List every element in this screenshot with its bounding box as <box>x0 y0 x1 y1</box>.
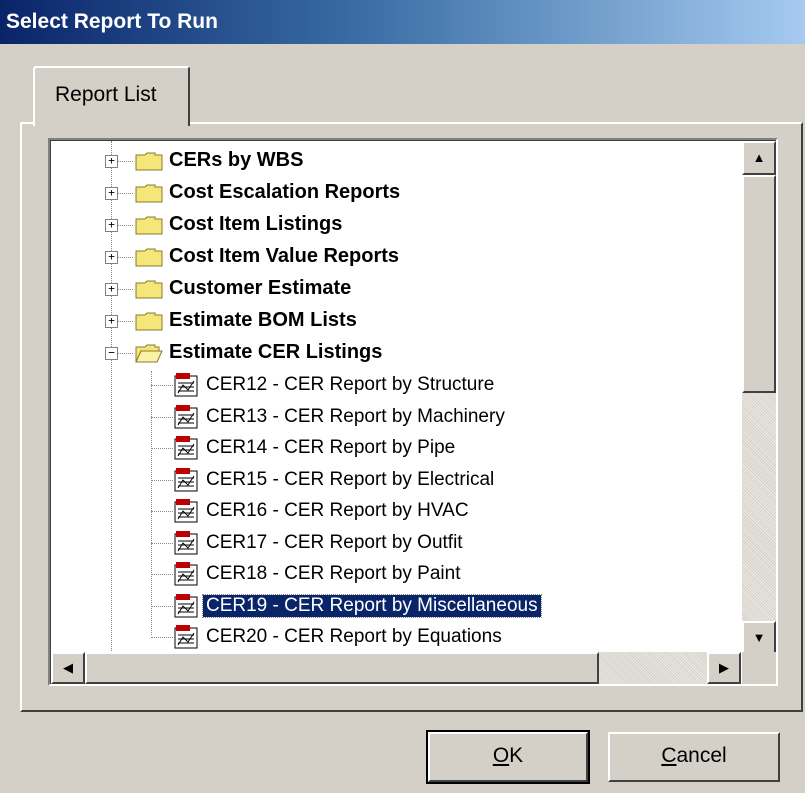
expand-icon[interactable]: + <box>105 251 118 264</box>
tree-folder-estimate-bom-lists[interactable]: + Estimate BOM Lists <box>51 305 741 337</box>
tree-report-item[interactable]: CER14 - CER Report by Pipe <box>51 432 741 464</box>
vertical-scroll-thumb[interactable] <box>742 175 776 393</box>
expand-icon[interactable]: + <box>105 283 118 296</box>
report-icon <box>174 404 198 428</box>
folder-icon <box>135 152 163 171</box>
cancel-button[interactable]: Cancel <box>608 732 780 782</box>
cancel-mnemonic: C <box>661 744 677 767</box>
tree-folder-cost-item-listings[interactable]: + Cost Item Listings <box>51 209 741 241</box>
scroll-right-button[interactable]: ▶ <box>707 652 741 684</box>
folder-label: Estimate BOM Lists <box>169 309 357 331</box>
tree-content: + CERs by WBS + Cost Escalation Reports … <box>51 141 741 655</box>
window-title: Select Report To Run <box>6 10 218 33</box>
folder-label: Cost Item Listings <box>169 213 343 235</box>
report-icon <box>174 373 198 397</box>
report-icon <box>174 625 198 649</box>
tab-report-list[interactable]: Report List <box>33 66 190 126</box>
report-icon <box>174 436 198 460</box>
tree-folder-cers-by-wbs[interactable]: + CERs by WBS <box>51 145 741 177</box>
tree-report-item[interactable]: CER15 - CER Report by Electrical <box>51 464 741 496</box>
report-label: CER18 - CER Report by Paint <box>206 563 461 584</box>
tree-folder-estimate-cer-listings[interactable]: − Estimate CER Listings <box>51 337 741 369</box>
folder-icon <box>135 280 163 299</box>
report-icon <box>174 530 198 554</box>
expand-icon[interactable]: + <box>105 315 118 328</box>
scrollbar-corner <box>742 652 776 684</box>
tree-report-item[interactable]: CER19 - CER Report by Miscellaneous <box>51 590 741 622</box>
report-icon <box>174 499 198 523</box>
report-label: CER19 - CER Report by Miscellaneous <box>202 593 542 618</box>
cancel-label-rest: ancel <box>676 744 727 767</box>
ok-label-rest: K <box>509 744 524 767</box>
ok-button[interactable]: OK <box>426 730 590 784</box>
tree-report-item[interactable]: CER17 - CER Report by Outfit <box>51 527 741 559</box>
tree-report-item[interactable]: CER12 - CER Report by Structure <box>51 369 741 401</box>
horizontal-scroll-thumb[interactable] <box>85 652 599 684</box>
title-bar[interactable]: Select Report To Run <box>0 0 805 44</box>
tree-report-item[interactable]: CER18 - CER Report by Paint <box>51 558 741 590</box>
scroll-down-button[interactable]: ▼ <box>742 621 776 655</box>
report-label: CER13 - CER Report by Machinery <box>206 405 505 427</box>
report-label: CER12 - CER Report by Structure <box>206 374 495 395</box>
folder-label: Cost Escalation Reports <box>169 181 401 203</box>
horizontal-scrollbar[interactable]: ◀ ▶ <box>51 652 741 684</box>
scroll-up-button[interactable]: ▲ <box>742 141 776 175</box>
report-label: CER17 - CER Report by Outfit <box>206 531 463 553</box>
folder-label: Estimate CER Listings <box>169 341 383 363</box>
report-label: CER14 - CER Report by Pipe <box>206 437 456 458</box>
report-icon <box>174 467 198 491</box>
vertical-scrollbar[interactable]: ▲ ▼ <box>742 141 776 655</box>
tree-folder-cost-item-value-reports[interactable]: + Cost Item Value Reports <box>51 241 741 273</box>
folder-icon <box>135 248 163 267</box>
scroll-left-button[interactable]: ◀ <box>51 652 85 684</box>
expand-icon[interactable]: + <box>105 155 118 168</box>
expand-icon[interactable]: + <box>105 187 118 200</box>
folder-label: CERs by WBS <box>169 149 304 171</box>
tree-report-item[interactable]: CER16 - CER Report by HVAC <box>51 495 741 527</box>
tree-folder-customer-estimate[interactable]: + Customer Estimate <box>51 273 741 305</box>
folder-label: Cost Item Value Reports <box>169 245 400 267</box>
folder-icon <box>135 312 163 331</box>
report-icon <box>174 593 198 617</box>
tree-report-item[interactable]: CER20 - CER Report by Equations <box>51 621 741 653</box>
report-label: CER20 - CER Report by Equations <box>206 626 502 647</box>
folder-icon <box>135 216 163 235</box>
tree-report-item[interactable]: CER13 - CER Report by Machinery <box>51 401 741 433</box>
tab-report-list-label: Report List <box>55 83 157 106</box>
open-folder-icon <box>135 344 163 363</box>
report-label: CER15 - CER Report by Electrical <box>206 468 495 490</box>
report-label: CER16 - CER Report by HVAC <box>206 500 469 521</box>
ok-mnemonic: O <box>492 744 510 767</box>
folder-label: Customer Estimate <box>169 277 352 299</box>
folder-icon <box>135 184 163 203</box>
collapse-icon[interactable]: − <box>105 347 118 360</box>
report-tree[interactable]: + CERs by WBS + Cost Escalation Reports … <box>48 138 778 686</box>
report-icon <box>174 562 198 586</box>
expand-icon[interactable]: + <box>105 219 118 232</box>
tree-folder-cost-escalation-reports[interactable]: + Cost Escalation Reports <box>51 177 741 209</box>
